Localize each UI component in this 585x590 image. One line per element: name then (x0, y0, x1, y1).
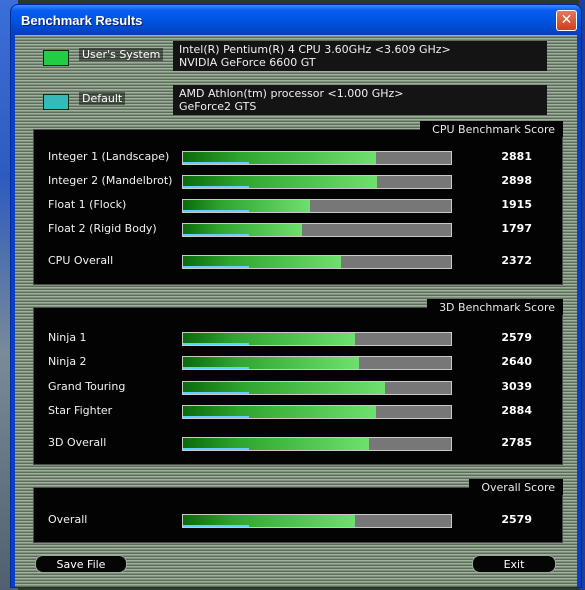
row-score: 2884 (501, 404, 532, 417)
row-label: 3D Overall (48, 436, 107, 449)
exit-button[interactable]: Exit (472, 555, 556, 573)
row-score: 2898 (501, 174, 532, 187)
default-reference-bar (183, 392, 249, 394)
row-label: Integer 2 (Mandelbrot) (48, 174, 173, 187)
close-button[interactable]: ✕ (556, 10, 577, 31)
row-label: Overall (48, 513, 88, 526)
row-score: 2881 (501, 150, 532, 163)
default-system-color-swatch (43, 94, 69, 110)
score-row: Ninja 2 2640 (34, 354, 562, 374)
user-system-info: Intel(R) Pentium(R) 4 CPU 3.60GHz <3.609… (173, 41, 547, 71)
row-label: Grand Touring (48, 380, 126, 393)
row-score: 2785 (501, 436, 532, 449)
3d-panel-title: 3D Benchmark Score (427, 299, 563, 315)
default-system-gpu: GeForce2 GTS (179, 100, 257, 113)
default-reference-bar (183, 266, 249, 268)
user-system-label: User's System (79, 48, 164, 61)
score-row: Star Fighter 2884 (34, 403, 562, 423)
default-system-label: Default (79, 92, 126, 105)
row-score: 2579 (501, 513, 532, 526)
score-bar (182, 405, 452, 419)
score-row: Float 2 (Rigid Body) 1797 (34, 221, 562, 241)
title-bar[interactable]: Benchmark Results ✕ (11, 5, 581, 35)
default-reference-bar (183, 343, 249, 345)
user-system-entry: User's System Intel(R) Pentium(R) 4 CPU … (39, 41, 547, 73)
3d-benchmark-panel: 3D Benchmark Score Ninja 1 2579 Ninja 2 … (33, 299, 563, 465)
default-reference-bar (183, 234, 249, 236)
default-reference-bar (183, 162, 249, 164)
score-bar (182, 151, 452, 165)
row-label: CPU Overall (48, 254, 114, 267)
benchmark-results-window: Benchmark Results ✕ User's System Intel(… (10, 4, 582, 588)
row-score: 2372 (501, 254, 532, 267)
save-file-button[interactable]: Save File (35, 555, 127, 573)
score-bar (182, 175, 452, 189)
score-row: Float 1 (Flock) 1915 (34, 197, 562, 217)
row-score: 2640 (501, 355, 532, 368)
score-bar (182, 223, 452, 237)
score-row-overall: Overall 2579 (34, 512, 562, 532)
row-label: Integer 1 (Landscape) (48, 150, 170, 163)
default-reference-bar (183, 186, 249, 188)
score-row: Integer 1 (Landscape) 2881 (34, 149, 562, 169)
row-score: 1797 (501, 222, 532, 235)
row-label: Ninja 1 (48, 331, 87, 344)
window-title: Benchmark Results (21, 13, 143, 28)
score-bar (182, 255, 452, 269)
row-label: Float 2 (Rigid Body) (48, 222, 157, 235)
window-client-area: User's System Intel(R) Pentium(R) 4 CPU … (15, 35, 577, 587)
score-row: Grand Touring 3039 (34, 379, 562, 399)
row-label: Float 1 (Flock) (48, 198, 127, 211)
default-system-cpu: AMD Athlon(tm) processor <1.000 GHz> (179, 87, 404, 100)
row-score: 1915 (501, 198, 532, 211)
overall-panel-title: Overall Score (469, 479, 563, 495)
user-system-cpu: Intel(R) Pentium(R) 4 CPU 3.60GHz <3.609… (179, 43, 451, 56)
row-label: Star Fighter (48, 404, 113, 417)
cpu-panel-title: CPU Benchmark Score (420, 121, 563, 137)
user-system-color-swatch (43, 50, 69, 66)
score-bar (182, 332, 452, 346)
score-bar (182, 199, 452, 213)
score-bar (182, 514, 452, 528)
user-system-gpu: NVIDIA GeForce 6600 GT (179, 56, 316, 69)
score-bar (182, 437, 452, 451)
score-row: Ninja 1 2579 (34, 330, 562, 350)
row-score: 3039 (501, 380, 532, 393)
default-reference-bar (183, 367, 249, 369)
default-reference-bar (183, 448, 249, 450)
score-row-overall: 3D Overall 2785 (34, 435, 562, 455)
row-score: 2579 (501, 331, 532, 344)
row-label: Ninja 2 (48, 355, 87, 368)
score-bar (182, 356, 452, 370)
score-row-overall: CPU Overall 2372 (34, 253, 562, 273)
score-row: Integer 2 (Mandelbrot) 2898 (34, 173, 562, 193)
default-reference-bar (183, 525, 249, 527)
score-bar (182, 381, 452, 395)
overall-score-panel: Overall Score Overall 2579 (33, 479, 563, 543)
default-system-entry: Default AMD Athlon(tm) processor <1.000 … (39, 85, 547, 117)
default-system-info: AMD Athlon(tm) processor <1.000 GHz> GeF… (173, 85, 547, 115)
default-reference-bar (183, 210, 249, 212)
cpu-benchmark-panel: CPU Benchmark Score Integer 1 (Landscape… (33, 121, 563, 285)
default-reference-bar (183, 416, 249, 418)
